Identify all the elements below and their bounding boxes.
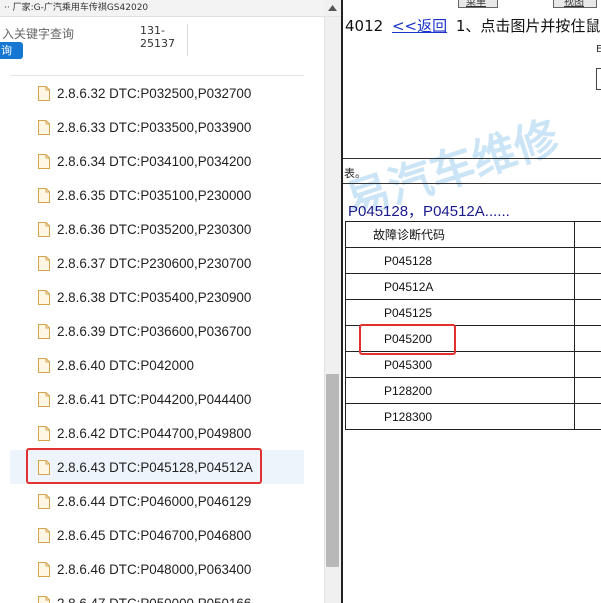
tree-item-label: 2.8.6.47 DTC:P050000,P050166 bbox=[57, 595, 252, 603]
tree-item-label: 2.8.6.37 DTC:P230600,P230700 bbox=[57, 255, 252, 271]
document-icon bbox=[38, 357, 50, 373]
tree-item-label: 2.8.6.38 DTC:P035400,P230900 bbox=[57, 289, 252, 305]
page-number: 4012 bbox=[345, 17, 384, 35]
table-header-cell: 故障诊断代码 bbox=[345, 221, 575, 248]
scroll-up-button[interactable] bbox=[324, 0, 341, 17]
nav-line: 4012 <<返回 1、点击图片并按住鼠 bbox=[345, 15, 600, 36]
tree-item-label: 2.8.6.45 DTC:P046700,P046800 bbox=[57, 527, 252, 543]
table-row: P128300 bbox=[345, 403, 601, 430]
document-icon bbox=[38, 527, 50, 543]
document-icon bbox=[38, 187, 50, 203]
table-row: P045128 bbox=[345, 247, 601, 274]
tree-item[interactable]: 2.8.6.32 DTC:P032500,P032700 bbox=[10, 76, 304, 110]
document-tree: 2.8.6.32 DTC:P032500,P032700 2.8.6.33 DTC… bbox=[10, 76, 304, 603]
section-title: P045128，P04512A...... bbox=[348, 203, 510, 220]
document-icon bbox=[38, 119, 50, 135]
document-icon bbox=[38, 221, 50, 237]
tree-item[interactable]: 2.8.6.37 DTC:P230600,P230700 bbox=[10, 246, 304, 280]
tree-item-label: 2.8.6.44 DTC:P046000,P046129 bbox=[57, 493, 252, 509]
tree-item-label: 2.8.6.39 DTC:P036600,P036700 bbox=[57, 323, 252, 339]
breadcrumb: ·· 厂家:G-广汽乘用车传祺GS42020 bbox=[0, 0, 324, 17]
dtc-code-cell: P045125 bbox=[345, 299, 575, 326]
instruction-text: 1、点击图片并按住鼠 bbox=[455, 17, 601, 35]
table-cell bbox=[574, 325, 601, 352]
tree-item-label: 2.8.6.42 DTC:P044700,P049800 bbox=[57, 425, 252, 441]
tree-item[interactable]: 2.8.6.44 DTC:P046000,P046129 bbox=[10, 484, 304, 518]
back-link[interactable]: <<返回 bbox=[392, 17, 447, 35]
note-text: 表。 bbox=[344, 167, 366, 180]
dtc-code-cell: P128200 bbox=[345, 377, 575, 404]
tree-item[interactable]: 2.8.6.45 DTC:P046700,P046800 bbox=[10, 518, 304, 552]
document-viewer: 菜单 视图 4012 <<返回 1、点击图片并按住鼠 易汽车维修 E 表。 P0… bbox=[341, 0, 601, 603]
tree-item-label: 2.8.6.36 DTC:P035200,P230300 bbox=[57, 221, 252, 237]
tree-item[interactable]: 2.8.6.41 DTC:P044200,P044400 bbox=[10, 382, 304, 416]
toolbar: 菜单 视图 bbox=[343, 0, 601, 12]
tree-item-label: 2.8.6.43 DTC:P045128,P04512A bbox=[57, 459, 253, 475]
table-row: P045125 bbox=[345, 299, 601, 326]
tree-item[interactable]: 2.8.6.38 DTC:P035400,P230900 bbox=[10, 280, 304, 314]
table-cell bbox=[574, 351, 601, 378]
table-row: P04512A bbox=[345, 273, 601, 300]
dtc-code-cell: P045300 bbox=[345, 351, 575, 378]
tree-item[interactable]: 2.8.6.36 DTC:P035200,P230300 bbox=[10, 212, 304, 246]
document-icon bbox=[38, 153, 50, 169]
divider bbox=[343, 158, 601, 159]
tree-item[interactable]: 2.8.6.35 DTC:P035100,P230000 bbox=[10, 178, 304, 212]
menu-button[interactable]: 菜单 bbox=[466, 0, 486, 10]
scrollbar-thumb[interactable] bbox=[326, 374, 339, 567]
tree-item-label: 2.8.6.46 DTC:P048000,P063400 bbox=[57, 561, 252, 577]
document-icon bbox=[38, 493, 50, 509]
search-input[interactable]: 入关键字查询 bbox=[2, 25, 74, 42]
table-header-row: 故障诊断代码 bbox=[345, 221, 601, 248]
dtc-code-cell: P128300 bbox=[345, 403, 575, 430]
watermark: 易汽车维修 bbox=[343, 111, 566, 210]
document-icon bbox=[38, 459, 50, 475]
header-letter: E bbox=[596, 44, 601, 55]
tree-item[interactable]: 2.8.6.47 DTC:P050000,P050166 bbox=[10, 586, 304, 603]
table-row: P045200 bbox=[345, 325, 601, 352]
view-button[interactable]: 视图 bbox=[564, 0, 584, 10]
tree-item-label: 2.8.6.33 DTC:P033500,P033900 bbox=[57, 119, 252, 135]
watermark-text: 易汽车维修 bbox=[343, 111, 566, 210]
tree-item-label: 2.8.6.40 DTC:P042000 bbox=[57, 357, 194, 373]
table-cell bbox=[574, 273, 601, 300]
table-cell bbox=[574, 377, 601, 404]
arrow-up-icon bbox=[328, 5, 337, 11]
tree-item[interactable]: 2.8.6.34 DTC:P034100,P034200 bbox=[10, 144, 304, 178]
tree-item[interactable]: 2.8.6.33 DTC:P033500,P033900 bbox=[10, 110, 304, 144]
table-row: P045300 bbox=[345, 351, 601, 378]
document-icon bbox=[38, 425, 50, 441]
tree-item-label: 2.8.6.41 DTC:P044200,P044400 bbox=[57, 391, 252, 407]
figure-frame bbox=[596, 68, 601, 90]
table-cell bbox=[574, 299, 601, 326]
document-icon bbox=[38, 595, 50, 603]
document-icon bbox=[38, 323, 50, 339]
divider bbox=[343, 183, 601, 184]
tree-item-label: 2.8.6.35 DTC:P035100,P230000 bbox=[57, 187, 252, 203]
document-icon bbox=[38, 85, 50, 101]
divider bbox=[187, 24, 188, 56]
tree-item-label: 2.8.6.34 DTC:P034100,P034200 bbox=[57, 153, 252, 169]
dtc-code-cell: P045128 bbox=[345, 247, 575, 274]
tree-item[interactable]: 2.8.6.43 DTC:P045128,P04512A bbox=[10, 450, 304, 484]
dtc-code-cell: P045200 bbox=[345, 325, 575, 352]
table-header-cell bbox=[574, 221, 601, 248]
left-panel: ·· 厂家:G-广汽乘用车传祺GS42020 入关键字查询 询 131-2513… bbox=[0, 0, 324, 603]
tree-item[interactable]: 2.8.6.42 DTC:P044700,P049800 bbox=[10, 416, 304, 450]
tree-item[interactable]: 2.8.6.39 DTC:P036600,P036700 bbox=[10, 314, 304, 348]
query-button[interactable]: 询 bbox=[0, 42, 23, 59]
dtc-code-cell: P04512A bbox=[345, 273, 575, 300]
tree-item[interactable]: 2.8.6.40 DTC:P042000 bbox=[10, 348, 304, 382]
document-icon bbox=[38, 561, 50, 577]
table-cell bbox=[574, 403, 601, 430]
tree-item-label: 2.8.6.32 DTC:P032500,P032700 bbox=[57, 85, 252, 101]
table-row: P128200 bbox=[345, 377, 601, 404]
document-icon bbox=[38, 255, 50, 271]
document-icon bbox=[38, 391, 50, 407]
dtc-table: 故障诊断代码 P045128 P04512A P045125 P045200 P0453… bbox=[345, 221, 601, 430]
tree-item[interactable]: 2.8.6.46 DTC:P048000,P063400 bbox=[10, 552, 304, 586]
table-cell bbox=[574, 247, 601, 274]
result-count: 131-25137 bbox=[140, 24, 175, 50]
document-icon bbox=[38, 289, 50, 305]
